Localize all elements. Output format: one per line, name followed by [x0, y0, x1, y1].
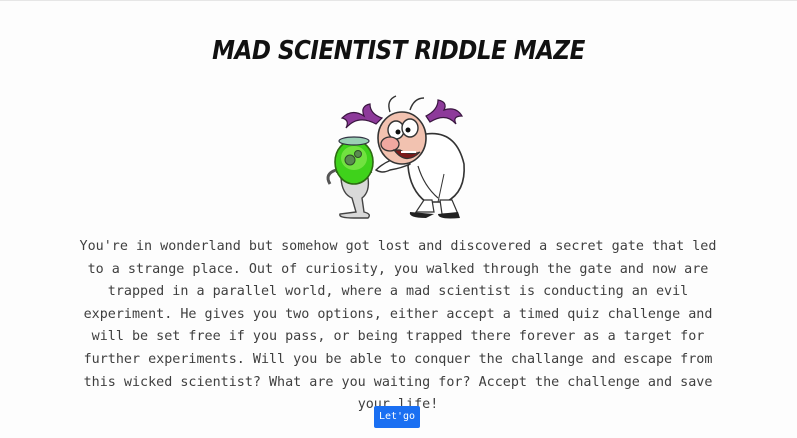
page-title: Mad Scientist Riddle Maze	[212, 36, 585, 66]
intro-story-text: You're in wonderland but somehow got los…	[79, 239, 717, 413]
potion-flask-icon	[334, 136, 374, 185]
start-game-button[interactable]: Let'go	[374, 406, 420, 428]
scientist-head-icon	[377, 111, 427, 165]
intro-page: Mad Scientist Riddle Maze	[0, 0, 797, 438]
mad-scientist-illustration	[306, 94, 486, 220]
